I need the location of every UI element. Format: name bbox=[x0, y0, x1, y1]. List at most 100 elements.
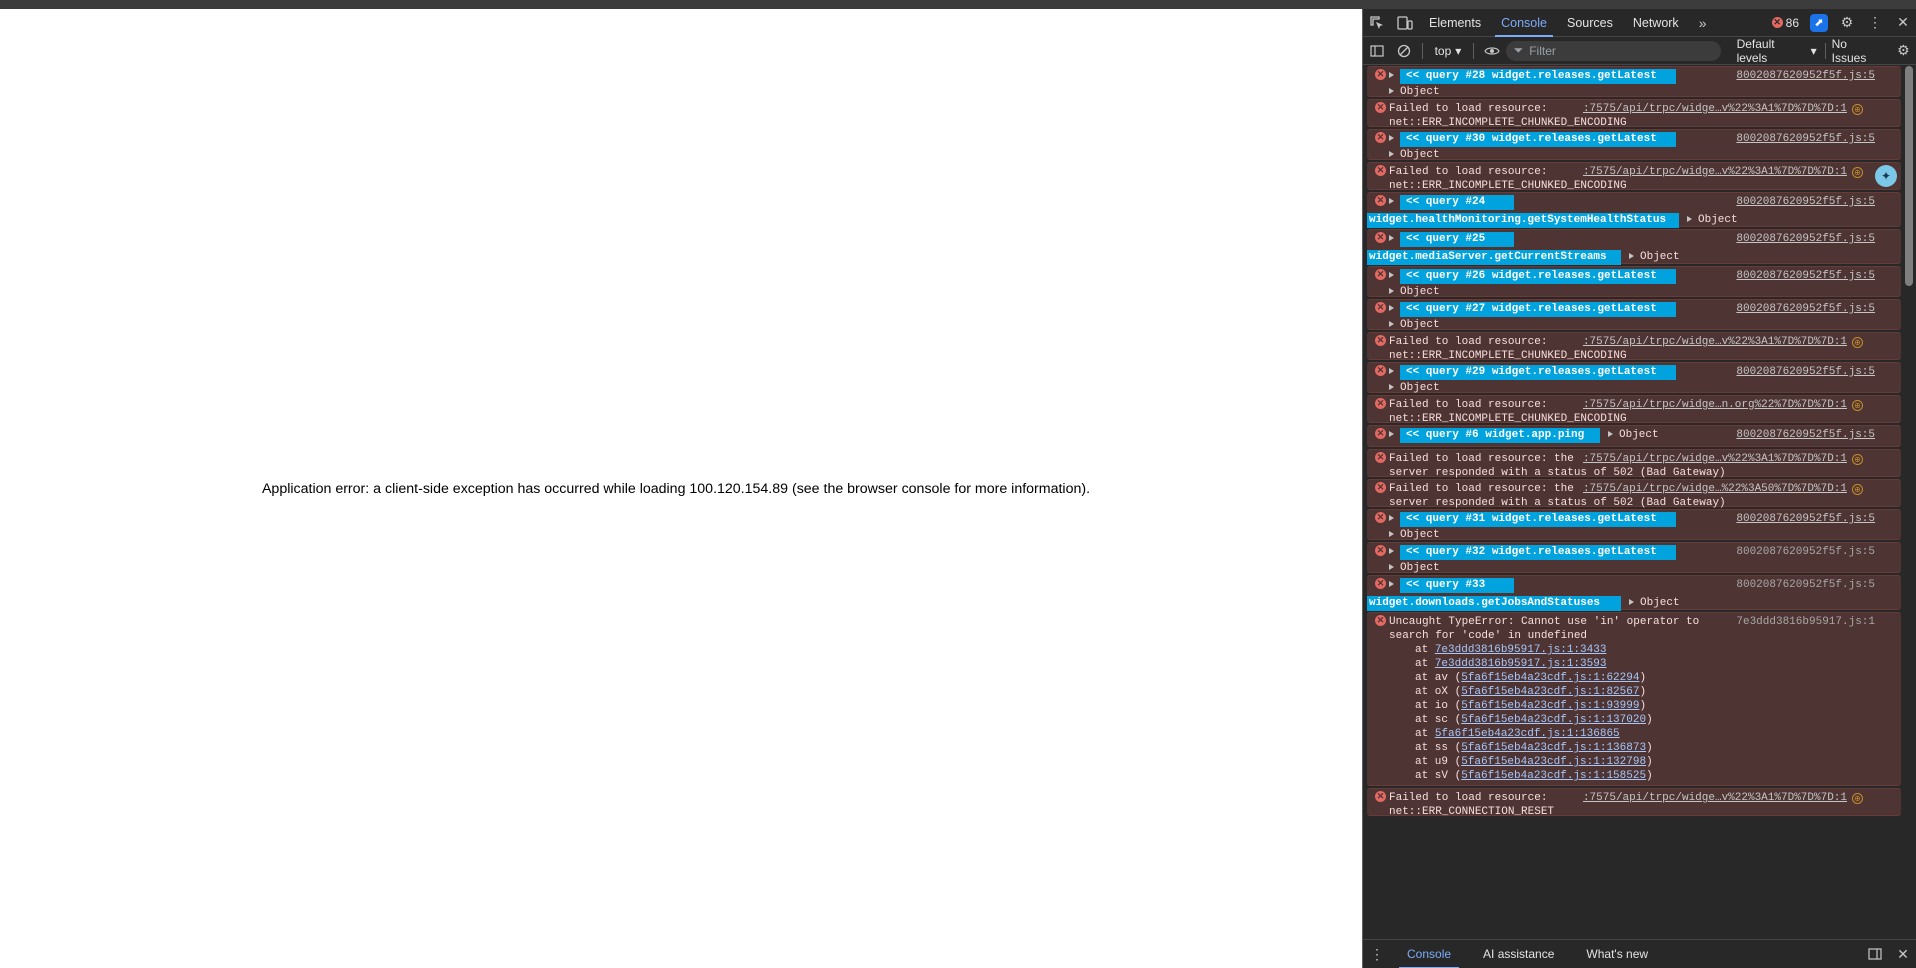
console-error-query[interactable]: ✕ << query #28 widget.releases.getLatest O… bbox=[1367, 66, 1901, 98]
network-request-icon[interactable]: ⊕ bbox=[1852, 104, 1863, 115]
console-settings-gear-icon[interactable]: ⚙ bbox=[1890, 37, 1916, 65]
more-tabs-icon[interactable]: » bbox=[1689, 9, 1717, 37]
tab-elements[interactable]: Elements bbox=[1419, 9, 1491, 37]
object-preview[interactable]: Object bbox=[1640, 597, 1680, 609]
ai-explain-icon[interactable]: ✦ bbox=[1875, 165, 1897, 187]
source-link[interactable]: 8002087620952f5f.js:5 bbox=[1736, 195, 1875, 209]
stack-frame-link[interactable]: 5fa6f15eb4a23cdf.js:1:137020 bbox=[1461, 714, 1646, 726]
object-preview[interactable]: Object bbox=[1400, 382, 1440, 394]
expand-triangle-icon[interactable] bbox=[1389, 288, 1394, 295]
source-link[interactable]: 8002087620952f5f.js:5 bbox=[1736, 132, 1875, 146]
stack-frame-link[interactable]: 5fa6f15eb4a23cdf.js:1:93999 bbox=[1461, 700, 1639, 712]
console-error-query[interactable]: ✕ << query #6 widget.app.ping Object 800208… bbox=[1367, 425, 1901, 447]
resource-url-link[interactable]: :7575/api/trpc/widge…v%22%3A1%7D%7D%7D:1 bbox=[1583, 165, 1847, 179]
resource-url-link[interactable]: :7575/api/trpc/widge…n.org%22%7D%7D%7D:1 bbox=[1583, 398, 1847, 412]
object-preview[interactable]: Object bbox=[1400, 319, 1440, 331]
filter-input[interactable]: ⏷ Filter bbox=[1505, 40, 1721, 61]
expand-triangle-icon[interactable] bbox=[1389, 515, 1394, 522]
source-link[interactable]: 8002087620952f5f.js:5 bbox=[1736, 269, 1875, 283]
stack-frame-link[interactable]: 5fa6f15eb4a23cdf.js:1:136865 bbox=[1435, 728, 1620, 740]
source-link[interactable]: 7e3ddd3816b95917.js:1 bbox=[1736, 615, 1875, 629]
console-error-failed-load[interactable]: ✕ Failed to load resource: the server resp… bbox=[1367, 449, 1901, 479]
expand-triangle-icon[interactable] bbox=[1629, 253, 1634, 260]
console-scrollbar[interactable] bbox=[1905, 66, 1913, 939]
console-error-query[interactable]: ✕ << query #27 widget.releases.getLatest O… bbox=[1367, 299, 1901, 331]
expand-triangle-icon[interactable] bbox=[1629, 599, 1634, 606]
expand-triangle-icon[interactable] bbox=[1687, 216, 1692, 223]
object-preview[interactable]: Object bbox=[1400, 286, 1440, 298]
stack-frame-link[interactable]: 7e3ddd3816b95917.js:1:3593 bbox=[1435, 658, 1607, 670]
stack-frame-link[interactable]: 5fa6f15eb4a23cdf.js:1:132798 bbox=[1461, 756, 1646, 768]
drawer-tab-console[interactable]: Console bbox=[1391, 940, 1467, 968]
drawer-tab-whats-new[interactable]: What's new bbox=[1570, 940, 1664, 968]
console-error-failed-load[interactable]: ✕ Failed to load resource: net::ERR_CONNEC… bbox=[1367, 788, 1901, 818]
resource-url-link[interactable]: :7575/api/trpc/widge…v%22%3A1%7D%7D%7D:1 bbox=[1583, 102, 1847, 116]
resource-url-link[interactable]: :7575/api/trpc/widge…%22%3A50%7D%7D%7D:1 bbox=[1583, 482, 1847, 496]
console-error-failed-load[interactable]: ✕ Failed to load resource: the server resp… bbox=[1367, 479, 1901, 509]
close-drawer-icon[interactable]: ✕ bbox=[1889, 940, 1916, 968]
close-devtools-icon[interactable]: ✕ bbox=[1889, 9, 1916, 37]
console-error-query[interactable]: ✕ << query #25 widget.mediaServer.getCurre… bbox=[1367, 229, 1901, 265]
clear-console-icon[interactable] bbox=[1390, 37, 1417, 65]
context-selector[interactable]: top ▾ bbox=[1427, 44, 1470, 58]
expand-triangle-icon[interactable] bbox=[1389, 531, 1394, 538]
object-preview[interactable]: Object bbox=[1698, 214, 1738, 226]
expand-triangle-icon[interactable] bbox=[1389, 368, 1394, 375]
tab-sources[interactable]: Sources bbox=[1557, 9, 1623, 37]
network-request-icon[interactable]: ⊕ bbox=[1852, 167, 1863, 178]
dock-side-icon[interactable] bbox=[1861, 940, 1889, 968]
console-error-query[interactable]: ✕ << query #33 widget.downloads.getJobsAnd… bbox=[1367, 575, 1901, 611]
stack-frame-link[interactable]: 5fa6f15eb4a23cdf.js:1:62294 bbox=[1461, 672, 1639, 684]
source-link[interactable]: 8002087620952f5f.js:5 bbox=[1736, 578, 1875, 592]
source-link[interactable]: 8002087620952f5f.js:5 bbox=[1736, 428, 1875, 442]
error-count-badge[interactable]: ✕ 86 bbox=[1766, 16, 1805, 30]
settings-gear-icon[interactable]: ⚙ bbox=[1833, 9, 1861, 37]
stack-frame-link[interactable]: 5fa6f15eb4a23cdf.js:1:158525 bbox=[1461, 770, 1646, 782]
object-preview[interactable]: Object bbox=[1400, 149, 1440, 161]
stack-frame-link[interactable]: 5fa6f15eb4a23cdf.js:1:82567 bbox=[1461, 686, 1639, 698]
expand-triangle-icon[interactable] bbox=[1389, 431, 1394, 438]
expand-triangle-icon[interactable] bbox=[1389, 72, 1394, 79]
console-error-failed-load[interactable]: ✕ Failed to load resource: net::ERR_INCOMP… bbox=[1367, 99, 1901, 129]
stack-frame-link[interactable]: 7e3ddd3816b95917.js:1:3433 bbox=[1435, 644, 1607, 656]
console-error-failed-load[interactable]: ✕ Failed to load resource: net::ERR_INCOMP… bbox=[1367, 332, 1901, 362]
expand-triangle-icon[interactable] bbox=[1389, 88, 1394, 95]
expand-triangle-icon[interactable] bbox=[1389, 305, 1394, 312]
expand-triangle-icon[interactable] bbox=[1389, 235, 1394, 242]
console-error-query[interactable]: ✕ << query #30 widget.releases.getLatest O… bbox=[1367, 129, 1901, 161]
object-preview[interactable]: Object bbox=[1619, 429, 1659, 441]
expand-triangle-icon[interactable] bbox=[1389, 321, 1394, 328]
object-preview[interactable]: Object bbox=[1400, 529, 1440, 541]
network-request-icon[interactable]: ⊕ bbox=[1852, 400, 1863, 411]
object-preview[interactable]: Object bbox=[1400, 562, 1440, 574]
expand-triangle-icon[interactable] bbox=[1389, 272, 1394, 279]
drawer-tab-ai-assistance[interactable]: AI assistance bbox=[1467, 940, 1570, 968]
console-error-query[interactable]: ✕ << query #26 widget.releases.getLatest O… bbox=[1367, 266, 1901, 298]
sidebar-toggle-icon[interactable] bbox=[1363, 37, 1390, 65]
expand-triangle-icon[interactable] bbox=[1389, 581, 1394, 588]
inspect-element-icon[interactable] bbox=[1363, 9, 1391, 37]
console-error-query[interactable]: ✕ << query #29 widget.releases.getLatest O… bbox=[1367, 362, 1901, 394]
source-link[interactable]: 8002087620952f5f.js:5 bbox=[1736, 545, 1875, 559]
stack-frame-link[interactable]: 5fa6f15eb4a23cdf.js:1:136873 bbox=[1461, 742, 1646, 754]
network-request-icon[interactable]: ⊕ bbox=[1852, 337, 1863, 348]
console-uncaught-typeerror[interactable]: ✕ Uncaught TypeError: Cannot use 'in' ope… bbox=[1367, 612, 1901, 786]
console-error-query[interactable]: ✕ << query #31 widget.releases.getLatest O… bbox=[1367, 509, 1901, 541]
source-link[interactable]: 8002087620952f5f.js:5 bbox=[1736, 302, 1875, 316]
device-toolbar-icon[interactable] bbox=[1391, 9, 1419, 37]
log-levels-dropdown[interactable]: Default levels ▾ bbox=[1729, 37, 1825, 65]
network-request-icon[interactable]: ⊕ bbox=[1852, 484, 1863, 495]
console-error-query[interactable]: ✕ << query #24 widget.healthMonitoring.get… bbox=[1367, 192, 1901, 228]
object-preview[interactable]: Object bbox=[1400, 86, 1440, 98]
source-link[interactable]: 8002087620952f5f.js:5 bbox=[1736, 365, 1875, 379]
console-error-failed-load[interactable]: ✕ Failed to load resource: net::ERR_INCOMP… bbox=[1367, 395, 1901, 425]
live-expression-eye-icon[interactable] bbox=[1478, 37, 1505, 65]
ai-badge-icon[interactable]: ⬈ bbox=[1805, 9, 1833, 37]
drawer-menu-icon[interactable]: ⋮ bbox=[1363, 940, 1391, 968]
kebab-menu-icon[interactable]: ⋮ bbox=[1861, 9, 1889, 37]
network-request-icon[interactable]: ⊕ bbox=[1852, 454, 1863, 465]
console-error-failed-load[interactable]: ✕ Failed to load resource: net::ERR_INCOMP… bbox=[1367, 162, 1901, 192]
source-link[interactable]: 8002087620952f5f.js:5 bbox=[1736, 232, 1875, 246]
expand-triangle-icon[interactable] bbox=[1389, 151, 1394, 158]
resource-url-link[interactable]: :7575/api/trpc/widge…v%22%3A1%7D%7D%7D:1 bbox=[1583, 335, 1847, 349]
